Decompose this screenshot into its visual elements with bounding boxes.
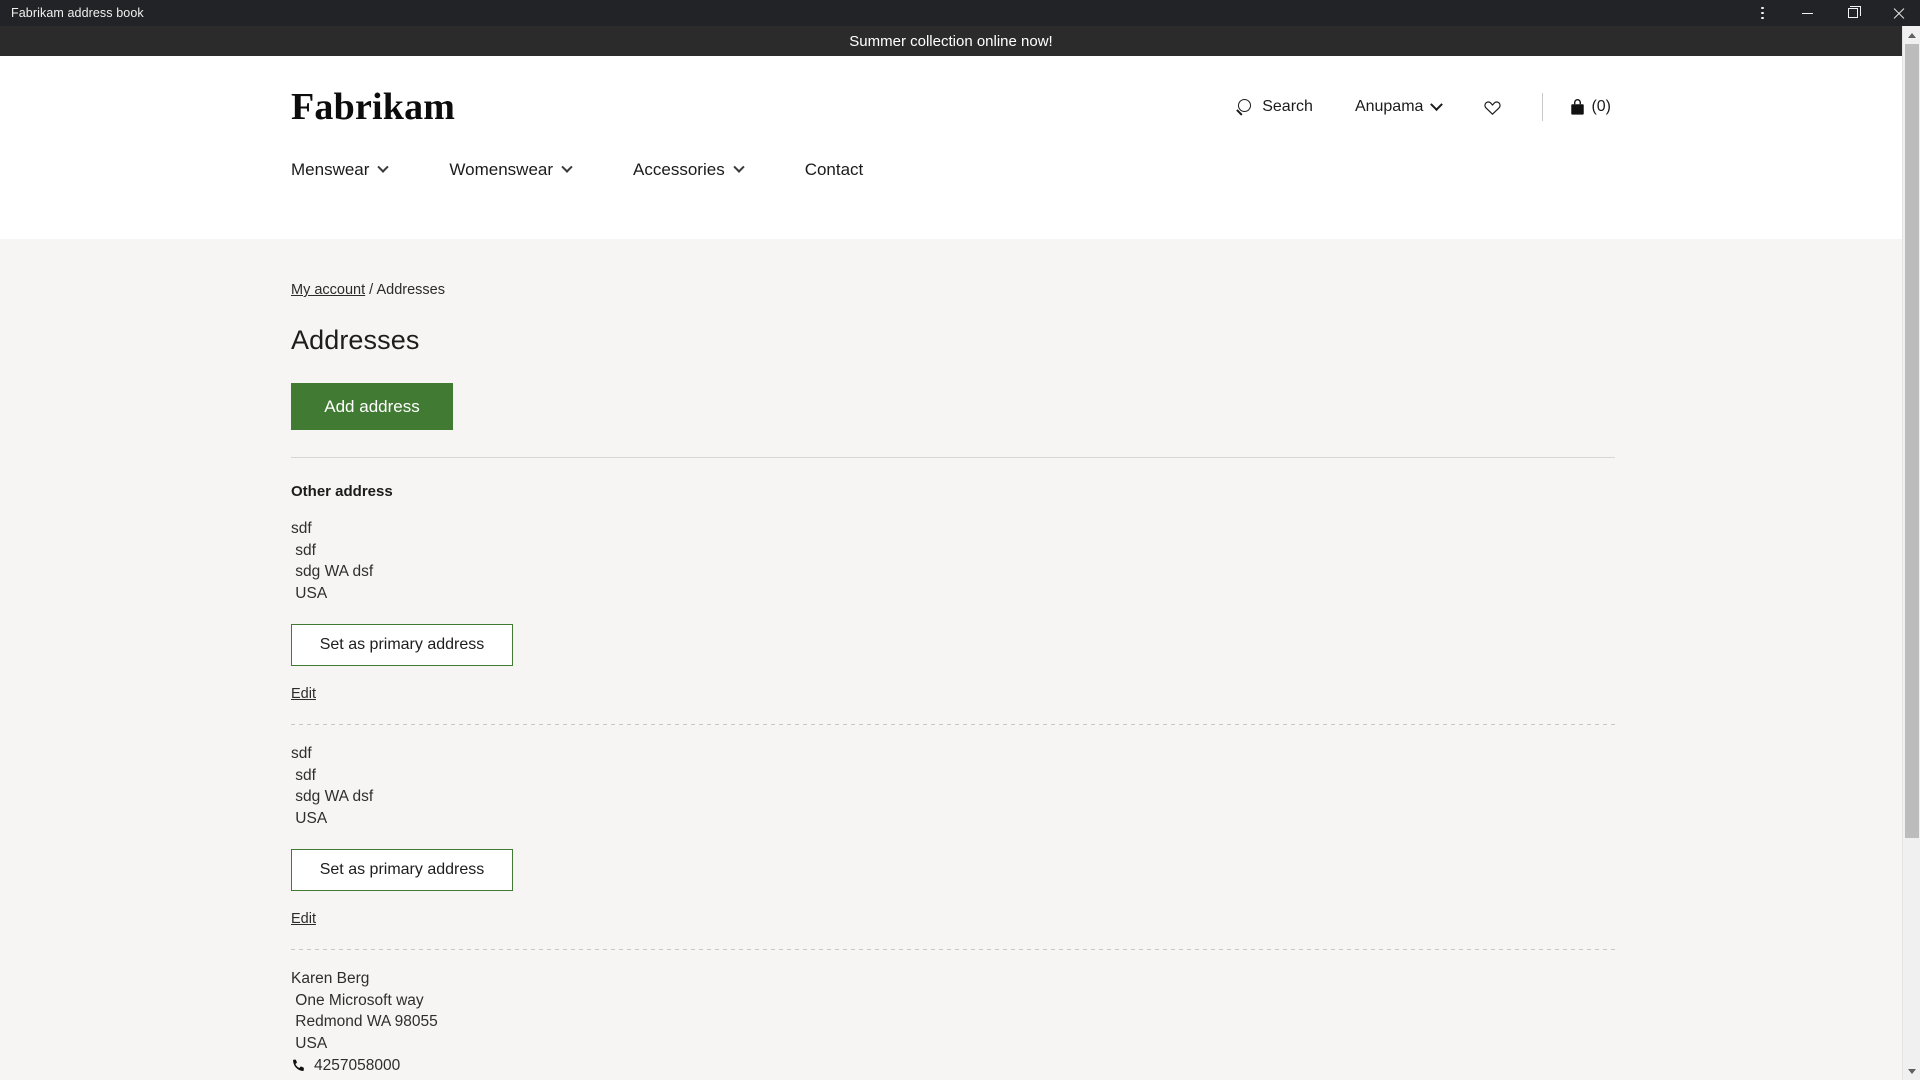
address-line: sdf <box>291 745 312 762</box>
address-phone: 4257058000 <box>291 1055 1611 1077</box>
address-lines: sdf sdf sdg WA dsf USA <box>291 743 1611 829</box>
minimize-icon <box>1802 12 1813 14</box>
shopping-bag-icon <box>1571 99 1585 115</box>
nav-item-womenswear[interactable]: Womenswear <box>449 160 573 180</box>
chevron-down-icon <box>1430 97 1444 111</box>
header-top-row: Fabrikam Search Anupama (0) <box>291 56 1611 126</box>
address-card: sdf sdf sdg WA dsf USA Set as primary ad… <box>291 725 1611 928</box>
breadcrumb-current: Addresses <box>376 282 445 298</box>
address-line: sdf <box>291 766 316 784</box>
restore-window-icon <box>1847 5 1861 18</box>
nav-item-accessories[interactable]: Accessories <box>633 160 745 180</box>
nav-label: Menswear <box>291 160 370 179</box>
account-menu[interactable]: Anupama <box>1354 94 1444 120</box>
window-title: Fabrikam address book <box>11 6 144 20</box>
search-label: Search <box>1262 98 1313 115</box>
more-vertical-icon <box>1761 6 1764 20</box>
address-line: sdg WA dsf <box>291 563 374 580</box>
breadcrumb-link-my-account[interactable]: My account <box>291 282 365 298</box>
close-icon <box>1892 7 1904 19</box>
address-lines: Karen Berg One Microsoft way Redmond WA … <box>291 968 1611 1077</box>
maximize-button[interactable] <box>1830 0 1875 26</box>
header-actions: Search Anupama (0) <box>1236 93 1611 121</box>
scroll-up-arrow[interactable] <box>1903 26 1920 44</box>
breadcrumb-separator: / <box>365 282 377 298</box>
address-line: sdf <box>291 520 312 537</box>
section-label-other-address: Other address <box>291 483 393 500</box>
address-lines: sdf sdf sdg WA dsf USA <box>291 518 1611 604</box>
chevron-down-icon <box>377 161 390 173</box>
address-line: Karen Berg <box>291 970 370 987</box>
search-button[interactable]: Search <box>1236 94 1313 120</box>
minimize-button[interactable] <box>1785 0 1830 26</box>
address-line: USA <box>291 809 328 827</box>
section-divider <box>291 457 1615 458</box>
address-line: One Microsoft way <box>291 991 424 1009</box>
address-line: sdg WA dsf <box>291 788 374 805</box>
nav-label: Womenswear <box>449 160 554 179</box>
main-navigation: Menswear Womenswear Accessories Contact <box>291 160 1611 180</box>
page-title: Addresses <box>291 325 420 355</box>
scrollbar-thumb[interactable] <box>1904 44 1919 839</box>
account-name-label: Anupama <box>1354 98 1424 115</box>
nav-label: Accessories <box>633 160 725 179</box>
window-menu-button[interactable] <box>1740 0 1785 26</box>
promo-banner-text: Summer collection online now! <box>849 32 1053 50</box>
chevron-down-icon <box>733 161 745 173</box>
heart-icon <box>1484 100 1502 115</box>
address-line: sdf <box>291 541 316 559</box>
address-card: Karen Berg One Microsoft way Redmond WA … <box>291 950 1611 1077</box>
promo-banner: Summer collection online now! <box>0 26 1902 56</box>
nav-item-contact[interactable]: Contact <box>805 160 864 180</box>
set-as-primary-address-button[interactable]: Set as primary address <box>291 624 513 666</box>
scroll-down-arrow[interactable] <box>1903 1062 1920 1080</box>
window-controls <box>1740 0 1920 26</box>
address-line: USA <box>291 1034 328 1052</box>
header-divider <box>1542 93 1544 121</box>
address-card: sdf sdf sdg WA dsf USA Set as primary ad… <box>291 500 1611 703</box>
edit-address-link[interactable]: Edit <box>291 911 316 927</box>
phone-icon <box>293 1059 304 1072</box>
browser-viewport: Summer collection online now! Fabrikam S… <box>0 26 1920 1080</box>
nav-item-menswear[interactable]: Menswear <box>291 160 390 180</box>
scrollbar-track[interactable] <box>1903 44 1920 1062</box>
search-icon <box>1236 98 1253 116</box>
page-container: Summer collection online now! Fabrikam S… <box>0 26 1902 1080</box>
set-as-primary-address-button[interactable]: Set as primary address <box>291 849 513 891</box>
cart-count: (0) <box>1591 98 1611 115</box>
vertical-scrollbar[interactable] <box>1902 26 1920 1080</box>
chevron-down-icon <box>561 161 573 173</box>
phone-number: 4257058000 <box>314 1057 401 1074</box>
close-button[interactable] <box>1875 0 1920 26</box>
cart-button[interactable]: (0) <box>1569 98 1611 116</box>
add-address-button[interactable]: Add address <box>291 383 453 430</box>
wishlist-button[interactable] <box>1483 94 1502 121</box>
window-title-bar: Fabrikam address book <box>0 0 1920 26</box>
address-line: USA <box>291 584 328 602</box>
main-content: My account / Addresses Addresses Add add… <box>0 239 1902 1077</box>
address-line: Redmond WA 98055 <box>291 1013 438 1030</box>
site-header: Fabrikam Search Anupama (0) Menswear Wom… <box>0 56 1902 239</box>
site-logo[interactable]: Fabrikam <box>291 88 455 126</box>
edit-address-link[interactable]: Edit <box>291 686 316 702</box>
nav-label: Contact <box>804 160 864 179</box>
breadcrumb: My account / Addresses <box>291 239 1611 298</box>
